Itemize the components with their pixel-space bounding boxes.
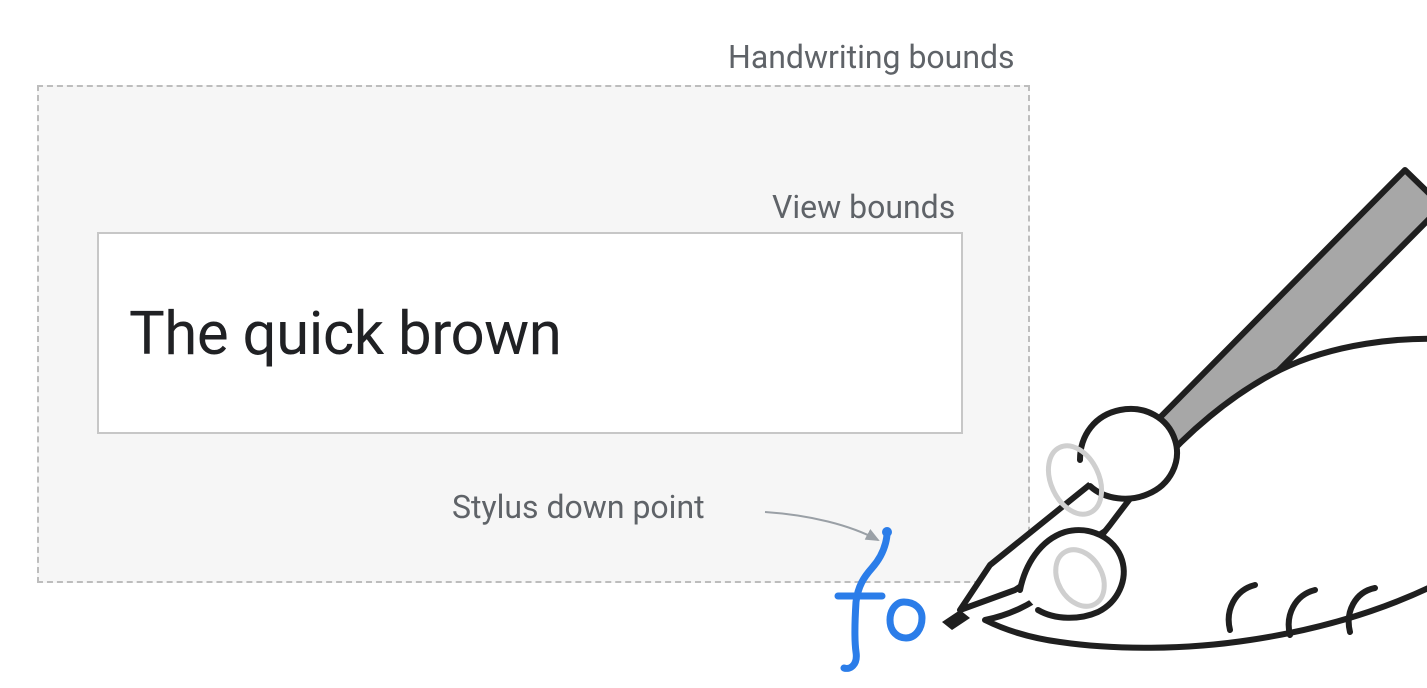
text-input-value: The quick brown (129, 298, 561, 369)
text-input[interactable]: The quick brown (97, 232, 963, 434)
handwriting-bounds-label: Handwriting bounds (728, 38, 1015, 76)
stylus-down-point-label: Stylus down point (452, 488, 705, 526)
view-bounds-label: View bounds (772, 188, 955, 226)
